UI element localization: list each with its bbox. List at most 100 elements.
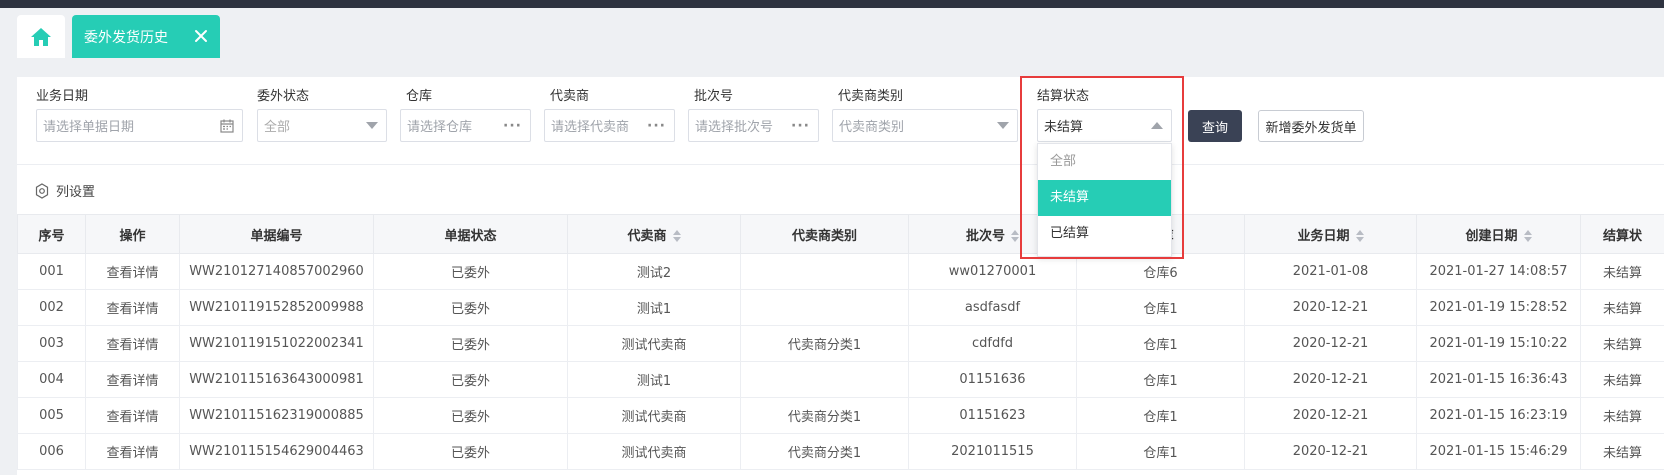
warehouse-input[interactable]: 请选择仓库 ··· <box>400 109 531 142</box>
outsource-status-select[interactable]: 全部 <box>257 109 387 142</box>
table-row[interactable]: 005 查看详情 WW210115162319000885 已委外 测试代卖商 代卖商分类… <box>17 397 1664 434</box>
cell-business-date: 2020-12-21 <box>1244 397 1417 434</box>
cell-warehouse: 仓库1 <box>1076 433 1245 470</box>
cell-batch-no: asdfasdf <box>908 289 1077 326</box>
warehouse-label: 仓库 <box>406 89 433 104</box>
col-header-agent[interactable]: 代卖商 <box>567 214 741 254</box>
dropdown-option-unsettled[interactable]: 未结算 <box>1038 180 1171 216</box>
business-date-placeholder: 请选择单据日期 <box>43 120 135 135</box>
dropdown-option-all[interactable]: 全部 <box>1038 144 1171 180</box>
tab-label: 委外发货历史 <box>84 29 168 46</box>
sort-icon[interactable] <box>672 230 681 242</box>
cell-settlement: 未结算 <box>1580 361 1664 398</box>
settlement-status-select[interactable]: 未结算 <box>1037 109 1172 142</box>
col-header-created-date[interactable]: 创建日期 <box>1416 214 1581 254</box>
cell-doc-status: 已委外 <box>373 289 568 326</box>
cell-agent: 测试代卖商 <box>567 325 741 362</box>
cell-business-date: 2020-12-21 <box>1244 433 1417 470</box>
column-settings-label: 列设置 <box>56 185 96 200</box>
settlement-status-dropdown: 全部 未结算 已结算 <box>1037 143 1172 257</box>
cell-business-date: 2020-12-21 <box>1244 325 1417 362</box>
cell-action[interactable]: 查看详情 <box>85 325 180 362</box>
agent-input[interactable]: 请选择代卖商 ··· <box>544 109 675 142</box>
cell-agent-category <box>740 361 909 398</box>
tab-bar: 委外发货历史 <box>0 8 1664 58</box>
cell-batch-no: 01151636 <box>908 361 1077 398</box>
batch-no-input[interactable]: 请选择批次号 ··· <box>688 109 819 142</box>
col-header-agent-category: 代卖商类别 <box>740 214 909 254</box>
home-icon <box>31 27 51 46</box>
cell-created-date: 2021-01-15 15:46:29 <box>1416 433 1581 470</box>
cell-settlement: 未结算 <box>1580 433 1664 470</box>
sort-icon[interactable] <box>1355 230 1364 242</box>
cell-action[interactable]: 查看详情 <box>85 253 180 290</box>
table-row[interactable]: 001 查看详情 WW210127140857002960 已委外 测试2 ww01270… <box>17 253 1664 290</box>
col-header-business-date[interactable]: 业务日期 <box>1244 214 1417 254</box>
cell-action[interactable]: 查看详情 <box>85 289 180 326</box>
cell-warehouse: 仓库1 <box>1076 289 1245 326</box>
cell-agent-category <box>740 289 909 326</box>
close-icon[interactable] <box>192 27 210 45</box>
table-row[interactable]: 003 查看详情 WW210119151022002341 已委外 测试代卖商 代卖商分类… <box>17 325 1664 362</box>
column-settings-button[interactable]: 列设置 <box>34 181 95 200</box>
cell-agent-category: 代卖商分类1 <box>740 397 909 434</box>
settlement-status-value: 未结算 <box>1044 120 1084 135</box>
agent-category-select[interactable]: 代卖商类别 <box>832 109 1018 142</box>
cell-index: 004 <box>17 361 86 398</box>
add-outsource-button[interactable]: 新增委外发货单 <box>1258 110 1364 142</box>
table-body: 001 查看详情 WW210127140857002960 已委外 测试2 ww01270… <box>17 253 1664 470</box>
tab-outsource-history[interactable]: 委外发货历史 <box>72 15 220 58</box>
cell-business-date: 2021-01-08 <box>1244 253 1417 290</box>
table-row[interactable]: 004 查看详情 WW210115163643000981 已委外 测试1 0115163… <box>17 361 1664 398</box>
cell-doc-status: 已委外 <box>373 397 568 434</box>
cell-warehouse: 仓库1 <box>1076 361 1245 398</box>
cell-agent: 测试2 <box>567 253 741 290</box>
cell-agent: 测试1 <box>567 361 741 398</box>
cell-index: 006 <box>17 433 86 470</box>
col-header-doc-status: 单据状态 <box>373 214 568 254</box>
batch-no-label: 批次号 <box>694 89 734 104</box>
cell-index: 001 <box>17 253 86 290</box>
cell-action[interactable]: 查看详情 <box>85 361 180 398</box>
cell-settlement: 未结算 <box>1580 325 1664 362</box>
cell-settlement: 未结算 <box>1580 289 1664 326</box>
more-icon[interactable]: ··· <box>647 118 666 134</box>
cell-index: 005 <box>17 397 86 434</box>
more-icon[interactable]: ··· <box>503 118 522 134</box>
calendar-icon <box>220 119 234 133</box>
cell-created-date: 2021-01-27 14:08:57 <box>1416 253 1581 290</box>
cell-warehouse: 仓库6 <box>1076 253 1245 290</box>
cell-created-date: 2021-01-19 15:10:22 <box>1416 325 1581 362</box>
cell-created-date: 2021-01-15 16:23:19 <box>1416 397 1581 434</box>
agent-label: 代卖商 <box>550 89 590 104</box>
cell-doc-no: WW210119151022002341 <box>179 325 374 362</box>
more-icon[interactable]: ··· <box>791 118 810 134</box>
cell-warehouse: 仓库1 <box>1076 325 1245 362</box>
business-date-input[interactable]: 请选择单据日期 <box>36 109 243 142</box>
cell-doc-no: WW210115162319000885 <box>179 397 374 434</box>
chevron-down-icon <box>997 122 1009 129</box>
dropdown-option-settled[interactable]: 已结算 <box>1038 216 1171 252</box>
cell-business-date: 2020-12-21 <box>1244 361 1417 398</box>
sort-icon[interactable] <box>1011 230 1019 242</box>
cell-agent-category: 代卖商分类1 <box>740 325 909 362</box>
cell-doc-status: 已委外 <box>373 361 568 398</box>
sort-icon[interactable] <box>1523 230 1532 242</box>
agent-category-placeholder: 代卖商类别 <box>839 120 905 135</box>
col-header-doc-no: 单据编号 <box>179 214 374 254</box>
settlement-status-label: 结算状态 <box>1037 89 1090 104</box>
outsource-status-label: 委外状态 <box>257 89 310 104</box>
cell-agent-category <box>740 253 909 290</box>
tab-home[interactable] <box>17 15 65 58</box>
cell-batch-no: ww01270001 <box>908 253 1077 290</box>
table-row[interactable]: 002 查看详情 WW210119152852009988 已委外 测试1 asdfasd… <box>17 289 1664 326</box>
query-button[interactable]: 查询 <box>1188 110 1242 142</box>
cell-index: 003 <box>17 325 86 362</box>
cell-doc-no: WW210115154629004463 <box>179 433 374 470</box>
cell-batch-no: 2021011515 <box>908 433 1077 470</box>
divider <box>17 164 1664 165</box>
cell-action[interactable]: 查看详情 <box>85 433 180 470</box>
table-row[interactable]: 006 查看详情 WW210115154629004463 已委外 测试代卖商 代卖商分类… <box>17 433 1664 470</box>
agent-placeholder: 请选择代卖商 <box>551 120 630 135</box>
cell-action[interactable]: 查看详情 <box>85 397 180 434</box>
